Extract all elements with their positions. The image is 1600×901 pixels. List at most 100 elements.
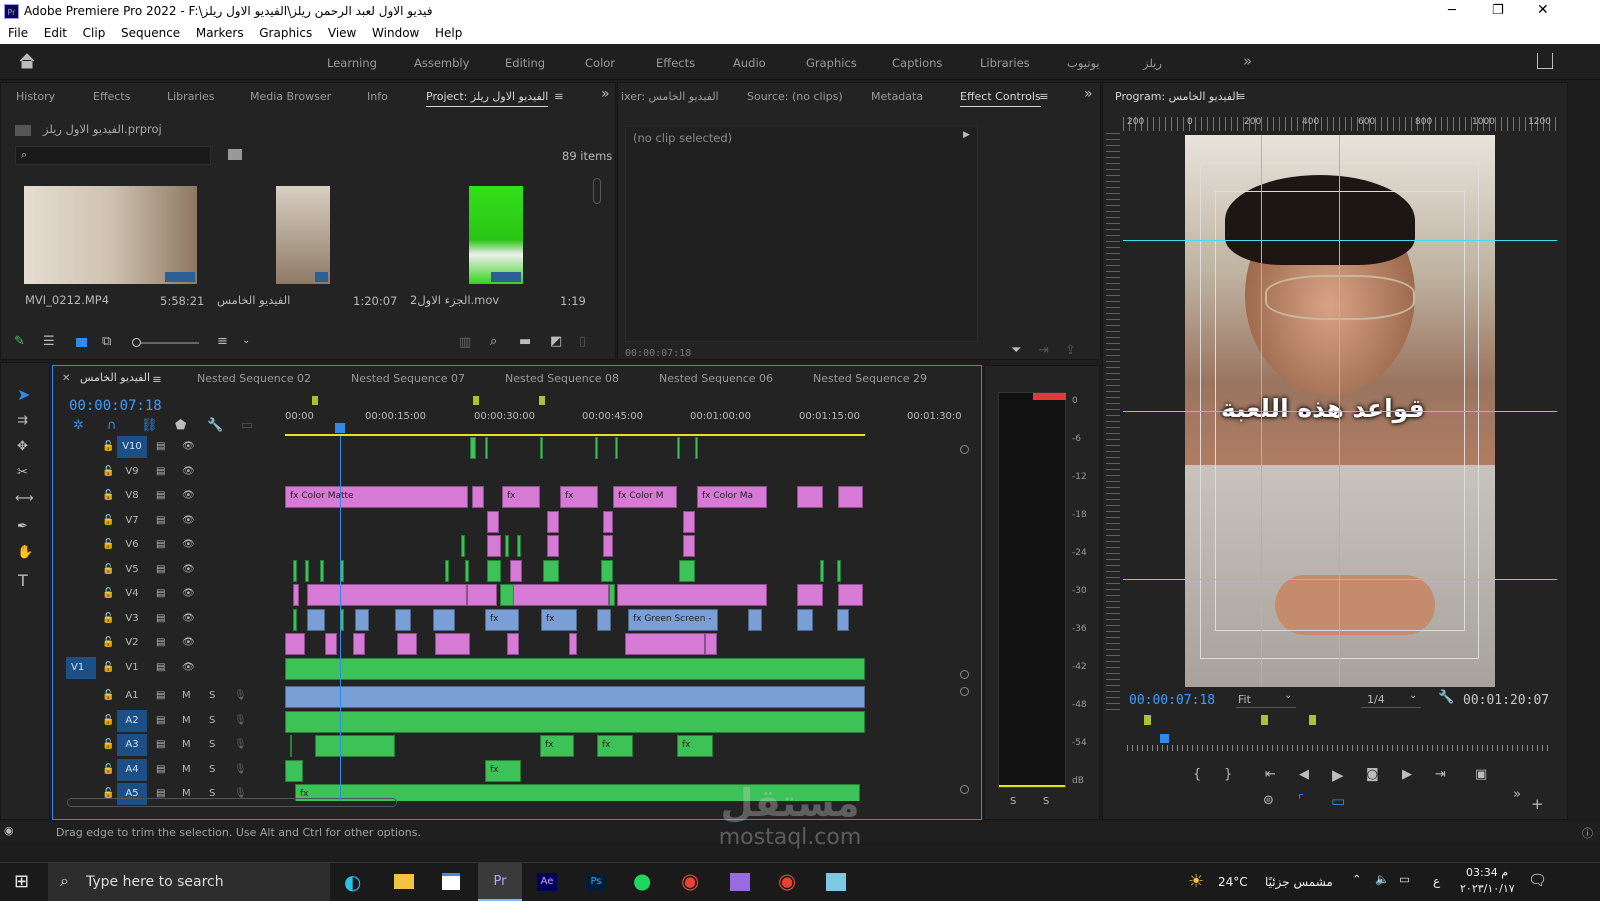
timeline-clip[interactable] bbox=[461, 535, 465, 557]
timeline-clip[interactable] bbox=[305, 559, 309, 582]
track-name[interactable]: V4 bbox=[117, 583, 147, 605]
timeline-clip[interactable]: fx Color Matte bbox=[285, 486, 468, 508]
timeline-clip[interactable]: fx bbox=[560, 486, 598, 508]
photoshop-taskbar-icon[interactable]: Ps bbox=[586, 873, 606, 891]
timeline-clip[interactable] bbox=[465, 559, 469, 582]
zoom-slider[interactable] bbox=[132, 338, 199, 347]
tab-nested-sequence-07[interactable]: Nested Sequence 07 bbox=[351, 372, 465, 385]
timeline-clip[interactable] bbox=[435, 633, 470, 655]
automate-icon[interactable]: ▥ bbox=[459, 335, 471, 350]
lock-icon[interactable]: 🔓 bbox=[102, 715, 114, 726]
freeform-view-icon[interactable]: ⧉ bbox=[102, 334, 111, 349]
list-view-icon[interactable]: ☰ bbox=[43, 334, 55, 349]
zoom-slider-handle[interactable] bbox=[132, 338, 141, 347]
nest-icon[interactable]: ✲ bbox=[73, 418, 84, 433]
menu-sequence[interactable]: Sequence bbox=[121, 24, 180, 40]
lock-icon[interactable]: 🔓 bbox=[102, 764, 114, 775]
go-to-in-icon[interactable]: ⇤ bbox=[1265, 767, 1276, 782]
tab-sequence-main[interactable]: الفيديو الخامس bbox=[80, 371, 150, 387]
timeline-clip[interactable] bbox=[293, 584, 299, 606]
camera-icon[interactable]: ◙ bbox=[1366, 767, 1379, 782]
lock-icon[interactable]: 🔓 bbox=[102, 662, 114, 673]
chrome-icon[interactable]: ◉ bbox=[778, 869, 796, 893]
type-tool-icon[interactable]: T bbox=[18, 571, 28, 590]
panel-menu-icon[interactable]: ≡ bbox=[152, 372, 162, 386]
mark-out-icon[interactable]: } bbox=[1224, 767, 1232, 782]
timeline-clip[interactable]: fx bbox=[597, 735, 633, 757]
media-item[interactable]: الجزء الاول2.mov 1:19 bbox=[402, 176, 592, 308]
vertical-scrollbar-handle[interactable] bbox=[960, 687, 969, 696]
close-tab-icon[interactable]: ✕ bbox=[62, 373, 70, 384]
track-name[interactable]: A2 bbox=[117, 709, 147, 732]
expand-icon[interactable]: ▶ bbox=[963, 130, 970, 140]
timeline-clip[interactable] bbox=[603, 535, 613, 557]
eye-icon[interactable]: 👁 bbox=[182, 490, 195, 501]
timeline-clip[interactable] bbox=[507, 633, 519, 655]
new-bin-icon[interactable] bbox=[228, 149, 242, 160]
timeline-clip[interactable]: fx bbox=[502, 486, 540, 508]
workspace-effects[interactable]: Effects bbox=[656, 56, 695, 70]
track-name[interactable]: V9 bbox=[117, 461, 147, 483]
timeline-clip[interactable] bbox=[748, 608, 762, 631]
timeline-clip[interactable] bbox=[617, 584, 767, 606]
timeline-clip[interactable] bbox=[517, 535, 521, 557]
panel-overflow-icon[interactable]: » bbox=[601, 86, 610, 102]
clock-date[interactable]: ٢٠٢٣/١٠/١٧ bbox=[1460, 882, 1515, 895]
track-header-v4[interactable]: 🔓 V4 ▤ 👁 bbox=[54, 583, 283, 607]
network-icon[interactable]: ▭ bbox=[1399, 872, 1410, 886]
sync-lock-icon[interactable]: ▤ bbox=[156, 613, 165, 624]
tab-metadata[interactable]: Metadata bbox=[871, 90, 923, 103]
razor-tool-icon[interactable]: ✂ bbox=[17, 465, 28, 480]
timeline-clip[interactable] bbox=[467, 584, 497, 606]
timeline-clip[interactable] bbox=[395, 608, 411, 631]
workspace-youtube[interactable]: يوتيوب bbox=[1067, 56, 1100, 70]
close-button[interactable]: ✕ bbox=[1537, 2, 1549, 18]
menu-window[interactable]: Window bbox=[372, 24, 419, 40]
mic-icon[interactable]: 🎙 bbox=[234, 764, 247, 775]
icon-view-icon[interactable] bbox=[76, 338, 87, 347]
timeline-clip[interactable] bbox=[837, 559, 841, 582]
timeline-clip[interactable] bbox=[285, 686, 865, 708]
timeline-clip[interactable] bbox=[285, 759, 303, 782]
marker-icon[interactable] bbox=[473, 396, 479, 405]
timeline-clip[interactable]: fx bbox=[540, 735, 574, 757]
tab-nested-sequence-06[interactable]: Nested Sequence 06 bbox=[659, 372, 773, 385]
trash-icon[interactable]: ▯ bbox=[579, 334, 586, 349]
workspace-reels[interactable]: ريلز bbox=[1143, 56, 1162, 70]
timeline-clip[interactable] bbox=[797, 486, 823, 508]
timeline-clip[interactable] bbox=[683, 510, 695, 533]
track-header-v8[interactable]: 🔓 V8 ▤ 👁 bbox=[54, 485, 283, 509]
chrome-icon[interactable]: ◉ bbox=[681, 869, 699, 893]
chevron-down-icon[interactable]: ⌄ bbox=[242, 335, 250, 346]
mute-button[interactable]: M bbox=[182, 715, 191, 726]
sync-lock-icon[interactable]: ▤ bbox=[156, 764, 165, 775]
timeline-clip[interactable] bbox=[797, 584, 823, 606]
tab-nested-sequence-29[interactable]: Nested Sequence 29 bbox=[813, 372, 927, 385]
timeline-clip[interactable] bbox=[487, 510, 499, 533]
menu-clip[interactable]: Clip bbox=[83, 24, 106, 40]
playhead-line[interactable] bbox=[340, 436, 341, 801]
track-name[interactable]: V1 bbox=[117, 657, 147, 679]
workspace-audio[interactable]: Audio bbox=[733, 56, 766, 70]
panel-menu-icon[interactable]: ≡ bbox=[554, 89, 564, 103]
time-ruler[interactable]: 00:00 00:00:15:00 00:00:30:00 00:00:45:0… bbox=[285, 394, 962, 436]
maximize-button[interactable]: ❐ bbox=[1492, 3, 1504, 18]
timeline-clip[interactable] bbox=[695, 437, 698, 459]
app-icon[interactable] bbox=[826, 873, 846, 891]
sync-lock-icon[interactable]: ▤ bbox=[156, 539, 165, 550]
premiere-taskbar-icon[interactable]: Pr bbox=[478, 863, 522, 901]
solo-button[interactable]: S bbox=[1010, 796, 1016, 807]
timeline-clip[interactable] bbox=[320, 559, 324, 582]
track-header-v10[interactable]: 🔓 V10 ▤ 👁 bbox=[54, 436, 283, 460]
mic-icon[interactable]: 🎙 bbox=[234, 739, 247, 750]
weather-temp[interactable]: 24°C bbox=[1218, 875, 1248, 889]
export-icon[interactable]: ⇪ bbox=[1065, 343, 1076, 358]
menu-markers[interactable]: Markers bbox=[196, 24, 244, 40]
timeline-clip[interactable] bbox=[470, 437, 476, 459]
eye-icon[interactable]: 👁 bbox=[182, 564, 195, 575]
timeline-clip[interactable]: fx bbox=[677, 735, 713, 757]
add-button-icon[interactable]: + bbox=[1531, 795, 1544, 813]
sync-lock-icon[interactable]: ▤ bbox=[156, 662, 165, 673]
workspace-libraries[interactable]: Libraries bbox=[980, 56, 1030, 70]
language-indicator[interactable]: ع bbox=[1433, 874, 1440, 888]
